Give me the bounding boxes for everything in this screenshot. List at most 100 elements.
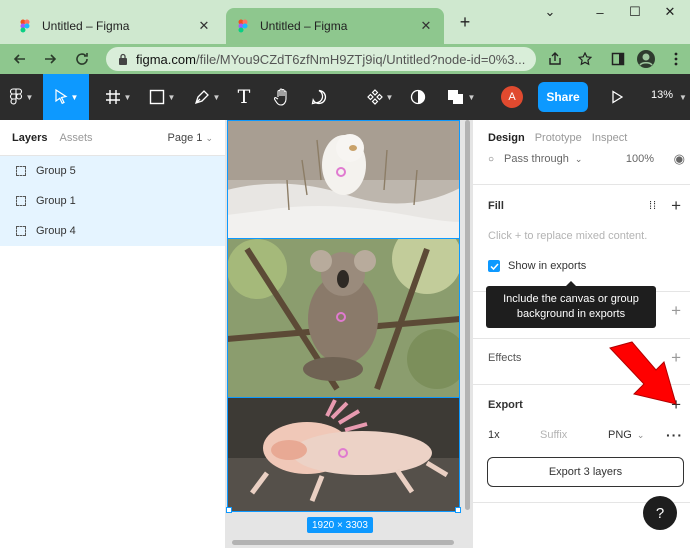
present-button[interactable] (606, 74, 628, 120)
url-host: figma.com (136, 51, 196, 67)
layers-panel: Layers Assets Page 1 ⌄ Group 5 Group 1 G… (0, 120, 226, 548)
fill-hint: Click + to replace mixed content. (488, 230, 648, 242)
help-button[interactable]: ? (643, 496, 677, 530)
export-scale[interactable]: 1x (488, 429, 540, 441)
figma-favicon-icon (236, 19, 250, 33)
bookmark-star-icon[interactable] (575, 49, 595, 69)
forward-button[interactable] (40, 49, 60, 69)
effects-heading: Effects (488, 352, 522, 364)
zoom-level[interactable]: 13% (651, 89, 673, 101)
page-selector[interactable]: Page 1 ⌄ (168, 132, 213, 144)
layer-name: Group 4 (36, 225, 76, 237)
browser-menu-icon[interactable] (666, 49, 686, 69)
tab-close-icon[interactable]: ✕ (418, 18, 434, 34)
maximize-button[interactable]: ☐ (620, 2, 650, 22)
chevron-down-icon: ▼ (385, 92, 394, 102)
layer-row[interactable]: Group 4 (0, 216, 225, 246)
blend-mode-select[interactable]: Pass through (504, 153, 569, 165)
tab-search-chevron-icon[interactable]: ⌄ (535, 2, 565, 22)
tab-close-icon[interactable]: ✕ (196, 18, 212, 34)
layer-name: Group 5 (36, 165, 76, 177)
layers-panel-tabs: Layers Assets Page 1 ⌄ (0, 120, 225, 156)
fill-actions: ⁞⁞ + (649, 196, 681, 216)
chevron-down-icon: ▼ (212, 92, 221, 102)
eye-icon[interactable]: ◉ (674, 151, 685, 167)
group-icon (16, 166, 26, 176)
minimize-button[interactable]: – (585, 2, 615, 22)
pen-icon (194, 90, 209, 105)
fill-heading: Fill (488, 200, 504, 212)
zoom-chevron-button[interactable]: ▼ (678, 74, 688, 120)
back-button[interactable] (10, 49, 30, 69)
layer-row[interactable]: Group 5 (0, 156, 225, 186)
red-arrow-annotation (609, 341, 677, 405)
move-tool-button[interactable]: ▼ (43, 74, 89, 120)
tab-design[interactable]: Design (488, 132, 525, 144)
tab-layers[interactable]: Layers (12, 132, 47, 144)
address-bar[interactable]: figma.com/file/MYou9CZdT6zfNmH9ZTj9iq/Un… (106, 47, 536, 71)
vertical-scrollbar[interactable] (465, 120, 470, 510)
export-format-select[interactable]: PNG (608, 429, 632, 441)
url-text: figma.com/file/MYou9CZdT6zfNmH9ZTj9iq/Un… (136, 52, 525, 67)
pen-tool-button[interactable]: ▼ (187, 74, 227, 120)
mask-button[interactable] (405, 74, 431, 120)
export-suffix-input[interactable]: Suffix (540, 429, 608, 441)
section-divider (473, 338, 690, 339)
components-button[interactable]: ▼ (362, 74, 398, 120)
export-heading: Export (488, 399, 523, 411)
chevron-down-icon: ▼ (679, 92, 687, 102)
add-stroke-icon[interactable]: + (671, 301, 681, 321)
text-tool-button[interactable]: T (231, 74, 257, 120)
new-tab-button[interactable]: + (455, 12, 475, 32)
main-menu-button[interactable]: ▼ (0, 74, 42, 120)
group-divider (227, 238, 460, 239)
koala-center-marker (336, 312, 346, 322)
show-in-exports-label: Show in exports (508, 260, 587, 272)
sidebar-toggle-icon[interactable] (608, 49, 628, 69)
tab-inspect[interactable]: Inspect (592, 132, 627, 144)
resize-handle[interactable] (455, 507, 461, 513)
rectangle-tool-button[interactable]: ▼ (142, 74, 182, 120)
design-canvas[interactable]: 1920 × 3303 (226, 120, 472, 548)
move-cursor-icon (54, 89, 68, 105)
export-layers-button[interactable]: Export 3 layers (487, 457, 684, 487)
tab-assets[interactable]: Assets (59, 132, 92, 144)
selection-size-label: 1920 × 3303 (307, 517, 373, 533)
owl-center-marker (336, 167, 346, 177)
figma-favicon-icon (18, 19, 32, 33)
layer-row[interactable]: Group 1 (0, 186, 225, 216)
share-page-icon[interactable] (545, 49, 565, 69)
components-icon (366, 89, 383, 105)
opacity-value[interactable]: 100% (626, 153, 654, 165)
show-in-exports-row[interactable]: Show in exports (473, 258, 690, 274)
browser-nav-bar: figma.com/file/MYou9CZdT6zfNmH9ZTj9iq/Un… (0, 44, 690, 74)
horizontal-scrollbar[interactable] (232, 540, 454, 545)
resize-handle[interactable] (226, 507, 232, 513)
tab-title: Untitled – Figma (42, 19, 130, 33)
add-fill-icon[interactable]: + (671, 196, 681, 216)
browser-tab-active[interactable]: Untitled – Figma ✕ (226, 8, 444, 44)
browser-tab-strip: Untitled – Figma ✕ Untitled – Figma ✕ + … (0, 0, 690, 44)
boolean-ops-button[interactable]: ▼ (443, 74, 479, 120)
export-settings-row: 1x Suffix PNG ⌄ ··· (473, 426, 690, 444)
hand-icon (274, 88, 287, 106)
user-avatar[interactable]: A (501, 86, 523, 108)
blend-mode-icon: ○ (488, 153, 495, 165)
frame-tool-button[interactable]: ▼ (98, 74, 138, 120)
hand-tool-button[interactable] (268, 74, 296, 120)
fill-hint-row: Click + to replace mixed content. (473, 228, 690, 244)
show-in-exports-checkbox[interactable] (488, 260, 500, 272)
section-divider (473, 184, 690, 185)
reload-button[interactable] (72, 49, 92, 69)
url-path: /file/MYou9CZdT6zfNmH9ZTj9iq/Untitled?no… (195, 51, 526, 67)
owl-image[interactable] (227, 120, 460, 238)
comment-tool-button[interactable] (305, 74, 333, 120)
more-options-icon[interactable]: ··· (666, 427, 683, 443)
browser-tab-inactive[interactable]: Untitled – Figma ✕ (8, 8, 222, 44)
tab-prototype[interactable]: Prototype (535, 132, 582, 144)
layer-name: Group 1 (36, 195, 76, 207)
close-window-button[interactable]: ✕ (655, 2, 685, 22)
styles-grid-icon[interactable]: ⁞⁞ (649, 200, 657, 212)
share-button[interactable]: Share (538, 82, 588, 112)
profile-avatar-icon[interactable] (636, 49, 656, 69)
